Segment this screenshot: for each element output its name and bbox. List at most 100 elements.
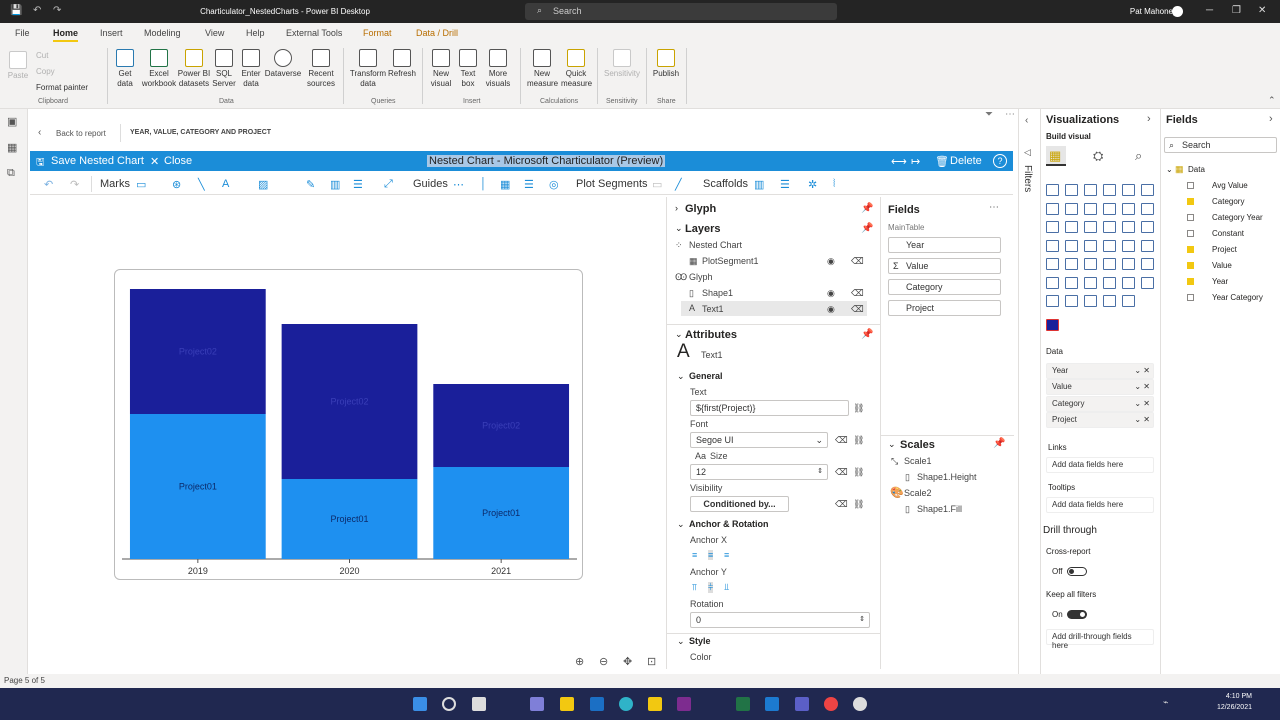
drill-drop-zone[interactable]: Add drill-through fields here [1046, 629, 1154, 650]
visual-type-icon[interactable] [1046, 202, 1059, 215]
collapse-icon[interactable]: ⌄ [888, 439, 896, 450]
eye-icon[interactable]: ◉ [827, 256, 835, 267]
links-drop-zone[interactable]: Add data fields here [1046, 457, 1154, 473]
layer-plot-segment[interactable]: PlotSegment1 [702, 256, 759, 266]
visual-type-icon[interactable] [1122, 221, 1135, 233]
collapse-ribbon-icon[interactable]: ⌃ [1268, 95, 1276, 106]
eye-icon[interactable]: ◉ [827, 288, 835, 299]
stacked-bar-chart[interactable]: Project01 Project02 2019 Project01 Project02… [115, 270, 584, 581]
collapse-icon[interactable]: ◁ [1024, 147, 1031, 158]
visual-type-icon[interactable] [1084, 221, 1097, 233]
layer-shape1[interactable]: Shape1 [702, 288, 733, 298]
model-view-icon[interactable]: ⧉ [7, 167, 15, 180]
remove-icon[interactable]: ⌄ ✕ [1134, 415, 1150, 424]
pbi-datasets-button[interactable]: Power BI datasets [176, 49, 212, 89]
task-view-icon[interactable] [472, 697, 486, 711]
remove-icon[interactable]: ⌄ ✕ [1134, 399, 1150, 408]
outlook-icon[interactable] [590, 697, 604, 711]
github-icon[interactable] [853, 697, 867, 711]
collapse-icon[interactable]: ⌄ [675, 329, 683, 340]
align-bottom-icon[interactable]: ⫫ [724, 582, 729, 593]
visual-type-icon[interactable] [1046, 184, 1059, 196]
file-explorer-icon[interactable] [560, 697, 574, 711]
field-checkbox[interactable] [1187, 278, 1194, 285]
polar-icon[interactable]: ◎ [549, 178, 559, 191]
format-painter-button[interactable]: Format painter [36, 83, 88, 93]
text-box-button[interactable]: Text box [456, 49, 480, 89]
field-item[interactable]: Avg Value [1212, 181, 1248, 190]
eraser-icon[interactable]: ⌫ [851, 256, 864, 267]
analytics-icon[interactable]: ⌕ [1135, 148, 1142, 164]
font-select[interactable]: Segoe UI ⌄ [690, 432, 828, 448]
search-icon[interactable] [442, 697, 456, 711]
table-data[interactable]: Data [1188, 165, 1205, 174]
eraser-icon[interactable]: ⌫ [835, 499, 848, 510]
visual-type-icon[interactable] [1046, 276, 1059, 289]
image-mark-icon[interactable]: ▨ [258, 178, 268, 191]
visual-type-icon[interactable] [1103, 295, 1116, 307]
visual-type-icon[interactable] [1046, 239, 1059, 252]
align-middle-icon[interactable]: ⫩ [708, 582, 714, 593]
data-axis-icon[interactable]: ▥ [330, 178, 340, 191]
field-checkbox[interactable] [1187, 182, 1194, 189]
remove-icon[interactable]: ⌄ ✕ [1134, 366, 1150, 375]
well-value[interactable]: Value ⌄ ✕ [1046, 379, 1154, 395]
scale2-item[interactable]: Scale2 [904, 488, 932, 498]
align-top-icon[interactable]: ⫪ [692, 582, 697, 593]
publish-button[interactable]: Publish [651, 49, 681, 79]
chart-frame[interactable]: Project01 Project02 2019 Project01 Project02… [114, 269, 583, 580]
menu-file[interactable]: File [15, 28, 30, 38]
menu-external-tools[interactable]: External Tools [286, 28, 342, 38]
link-icon[interactable]: ✎ [306, 178, 315, 191]
scale1-item[interactable]: Scale1 [904, 456, 932, 466]
keep-filters-toggle[interactable] [1067, 610, 1087, 619]
zoom-out-icon[interactable]: ⊖ [599, 655, 608, 668]
fit-icon[interactable]: ✥ [623, 655, 632, 668]
get-data-button[interactable]: Get data [113, 49, 137, 89]
onenote-icon[interactable] [677, 697, 691, 711]
visual-type-icon[interactable] [1122, 258, 1135, 270]
rect-mark-icon[interactable]: ▭ [136, 178, 146, 191]
conditioned-by-button[interactable]: Conditioned by... [690, 496, 789, 512]
more-options-icon[interactable]: ⋯ [989, 202, 999, 213]
fields-search-input[interactable]: ⌕ Search [1164, 137, 1277, 153]
filter-icon[interactable]: ⏷ [985, 109, 993, 120]
field-checkbox[interactable] [1187, 246, 1194, 253]
text-expression-input[interactable]: ${first(Project)} [690, 400, 849, 416]
connector-icon[interactable]: ⤢ [384, 178, 393, 191]
visual-type-icon[interactable] [1122, 295, 1135, 307]
recent-sources-button[interactable]: Recent sources [303, 49, 339, 89]
symbol-mark-icon[interactable]: ⊛ [172, 178, 181, 191]
pin-icon[interactable]: 📌 [993, 438, 1005, 449]
visual-type-icon[interactable] [1046, 258, 1059, 270]
eye-icon[interactable]: ◉ [827, 304, 835, 315]
cut-button[interactable]: Cut [36, 51, 48, 61]
copy-button[interactable]: Copy [36, 67, 55, 77]
h-scaffold-icon[interactable]: ▥ [754, 178, 764, 191]
visual-type-icon[interactable] [1122, 184, 1135, 196]
title-search[interactable]: ⌕ Search [525, 3, 837, 20]
layer-glyph[interactable]: Glyph [689, 272, 713, 282]
well-category[interactable]: Category ⌄ ✕ [1046, 396, 1154, 412]
region-icon[interactable]: ▭ [652, 178, 662, 191]
charticulator-visual-icon[interactable] [1046, 319, 1059, 331]
field-item[interactable]: Year [1212, 277, 1228, 286]
visual-type-icon[interactable] [1103, 239, 1116, 252]
close-editor-button[interactable]: Close [164, 155, 192, 167]
visual-type-icon[interactable] [1141, 276, 1154, 289]
layer-text1[interactable]: Text1 [702, 304, 724, 314]
field-checkbox[interactable] [1187, 214, 1194, 221]
align-center-icon[interactable]: ≡ [708, 550, 714, 560]
chevron-left-icon[interactable]: ‹ [1025, 115, 1028, 126]
list-icon[interactable]: ☰ [524, 178, 534, 191]
align-right-icon[interactable]: ≡ [724, 550, 729, 560]
collapse-icon[interactable]: ⌄ [675, 223, 683, 234]
field-category[interactable]: Category [888, 279, 1001, 295]
visual-type-icon[interactable] [1084, 184, 1097, 196]
well-year[interactable]: Year ⌄ ✕ [1046, 363, 1154, 379]
avatar[interactable] [1172, 6, 1183, 17]
text-mark-icon[interactable]: A [222, 178, 229, 190]
legend-icon[interactable]: ☰ [353, 178, 363, 191]
help-icon[interactable]: ? [993, 154, 1007, 168]
teams-chat-icon[interactable] [795, 697, 809, 711]
